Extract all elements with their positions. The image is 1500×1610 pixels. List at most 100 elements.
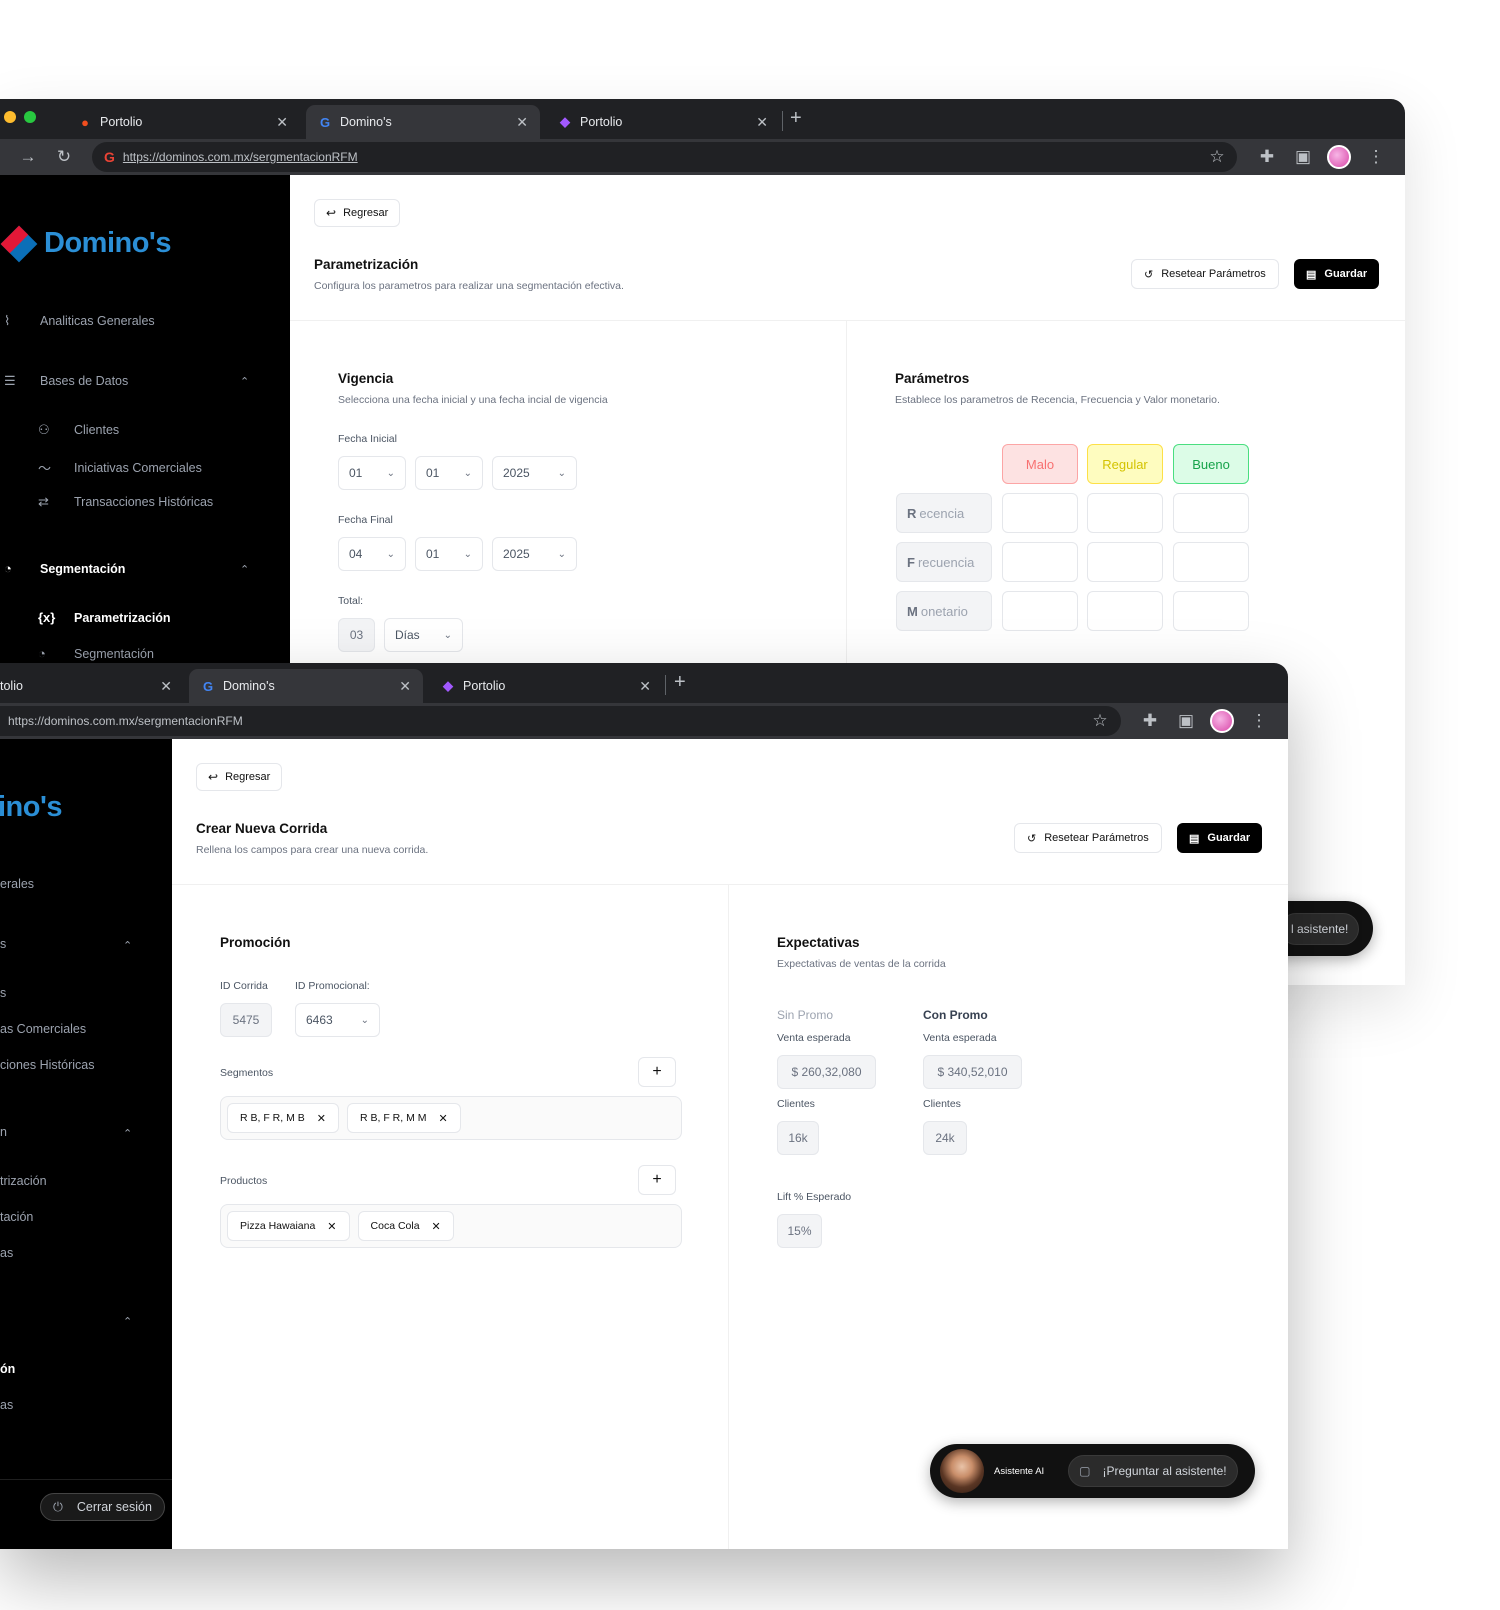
fecha-inicial-day-select[interactable]: 01 ⌄ (338, 456, 406, 490)
database-icon: ☰ (4, 373, 16, 388)
chevron-up-icon[interactable]: ⌃ (240, 563, 249, 576)
close-icon[interactable]: ✕ (516, 114, 528, 131)
fecha-final-year-select[interactable]: 2025 ⌄ (492, 537, 577, 571)
chevron-up-icon[interactable]: ⌃ (123, 939, 132, 952)
recencia-malo-input[interactable] (1002, 493, 1078, 533)
monetario-malo-input[interactable] (1002, 591, 1078, 631)
extensions-icon[interactable]: ✚ (1255, 145, 1279, 169)
close-icon[interactable]: ✕ (438, 1112, 447, 1125)
maximize-dot[interactable] (24, 111, 36, 123)
nav-segmentacion[interactable]: tación (0, 1210, 33, 1224)
nav-transactions[interactable]: ciones Históricas (0, 1058, 94, 1072)
chevron-up-icon[interactable]: ⌃ (240, 375, 249, 388)
segmentos-field[interactable]: R B, F R, M B ✕ R B, F R, M M ✕ (220, 1096, 682, 1140)
new-tab-icon[interactable]: + (790, 107, 802, 130)
reload-icon[interactable]: ↻ (52, 145, 76, 169)
frecuencia-bueno-input[interactable] (1173, 542, 1249, 582)
extensions-icon[interactable]: ✚ (1138, 709, 1162, 733)
add-segment-button[interactable]: + (638, 1057, 676, 1087)
fecha-final-month-select[interactable]: 01 ⌄ (415, 537, 483, 571)
star-icon[interactable]: ☆ (1205, 145, 1229, 169)
nav-item[interactable]: as (0, 1398, 13, 1412)
nav-segmentation-group[interactable]: ◔ Segmentación (4, 561, 125, 576)
tab-portolio-2[interactable]: ◆ Portolio ✕ (429, 669, 663, 703)
profile-avatar[interactable] (1327, 145, 1351, 169)
profile-avatar[interactable] (1210, 709, 1234, 733)
reset-params-button[interactable]: ↺ Resetear Parámetros (1014, 823, 1162, 853)
tab-portolio-2[interactable]: ◆ Portolio ✕ (546, 105, 780, 139)
total-unit-select[interactable]: Días ⌄ (384, 618, 463, 652)
dominos-logo: Domino's (0, 225, 171, 262)
frecuencia-regular-input[interactable] (1087, 542, 1163, 582)
save-button[interactable]: ▤ Guardar (1177, 823, 1263, 853)
nav-label: Analiticas Generales (40, 314, 155, 328)
venta-esperada-sin-value: $ 260,32,080 (777, 1055, 876, 1089)
frecuencia-malo-input[interactable] (1002, 542, 1078, 582)
menu-icon[interactable]: ⋮ (1247, 709, 1271, 733)
close-icon[interactable]: ✕ (399, 678, 411, 695)
ask-assistant-button[interactable]: l asistente! (1280, 912, 1360, 945)
nav-analytics[interactable]: ⌇ Analiticas Generales (4, 313, 155, 329)
nav-databases[interactable]: s (0, 937, 6, 951)
clientes-sin-label: Clientes (777, 1098, 815, 1110)
chevron-up-icon[interactable]: ⌃ (123, 1127, 132, 1140)
tab-dominos[interactable]: G Domino's ✕ (189, 669, 423, 703)
logout-button[interactable]: ⏻ Cerrar sesión (40, 1493, 165, 1521)
nav-clients[interactable]: ⚇ Clientes (38, 422, 119, 438)
chip-label: Pizza Hawaiana (240, 1220, 316, 1232)
add-product-button[interactable]: + (638, 1165, 676, 1195)
nav-item-active[interactable]: ón (0, 1362, 15, 1376)
star-icon[interactable]: ☆ (1088, 709, 1112, 733)
nav-segmentation-group[interactable]: n (0, 1125, 7, 1139)
nav-parametrizacion[interactable]: trización (0, 1174, 47, 1188)
nav-parametrizacion[interactable]: {x} Parametrización (38, 610, 171, 625)
productos-field[interactable]: Pizza Hawaiana ✕ Coca Cola ✕ (220, 1204, 682, 1248)
id-promocional-select[interactable]: 6463 ⌄ (295, 1003, 380, 1037)
nav-item[interactable]: as (0, 1246, 13, 1260)
sidepanel-icon[interactable]: ▣ (1174, 709, 1198, 733)
tab-dominos[interactable]: G Domino's ✕ (306, 105, 540, 139)
ask-assistant-button[interactable]: ▢ ¡Preguntar al asistente! (1068, 1455, 1238, 1487)
monetario-bueno-input[interactable] (1173, 591, 1249, 631)
nav-initiatives[interactable]: 〜 Iniciativas Comerciales (38, 458, 202, 477)
row-label: recuencia (917, 554, 975, 570)
back-button[interactable]: ↩ Regresar (314, 199, 401, 227)
assistant-widget[interactable]: Asistente AI ▢ ¡Preguntar al asistente! (930, 1444, 1255, 1498)
nav-analytics[interactable]: erales (0, 877, 34, 891)
close-icon[interactable]: ✕ (639, 678, 651, 695)
tab-portolio-1[interactable]: tolio ✕ (0, 669, 184, 703)
new-tab-icon[interactable]: + (674, 671, 686, 694)
nav-initiatives[interactable]: as Comerciales (0, 1022, 86, 1036)
nav-clients[interactable]: s (0, 986, 6, 1000)
back-button[interactable]: ↩ Regresar (196, 763, 283, 791)
close-icon[interactable]: ✕ (432, 1220, 441, 1233)
close-icon[interactable]: ✕ (327, 1220, 336, 1233)
fecha-inicial-month-select[interactable]: 01 ⌄ (415, 456, 483, 490)
close-icon[interactable]: ✕ (276, 114, 288, 131)
row-monetario: Monetario (896, 591, 992, 631)
reset-params-button[interactable]: ↺ Resetear Parámetros (1131, 259, 1279, 289)
close-icon[interactable]: ✕ (160, 678, 172, 695)
sidepanel-icon[interactable]: ▣ (1291, 145, 1315, 169)
url-bar[interactable]: https://dominos.com.mx/sergmentacionRFM (0, 706, 1121, 736)
minimize-dot[interactable] (4, 111, 16, 123)
save-button[interactable]: ▤ Guardar (1294, 259, 1380, 289)
fecha-inicial-year-select[interactable]: 2025 ⌄ (492, 456, 577, 490)
nav-databases[interactable]: ☰ Bases de Datos (4, 373, 128, 389)
select-value: 01 (426, 466, 440, 480)
nav-transactions[interactable]: ⇄ Transacciones Históricas (38, 494, 213, 510)
nav-segmentacion[interactable]: ◔ Segmentación (38, 646, 154, 661)
menu-icon[interactable]: ⋮ (1364, 145, 1388, 169)
fecha-final-day-select[interactable]: 04 ⌄ (338, 537, 406, 571)
url-bar[interactable]: G https://dominos.com.mx/sergmentacionRF… (92, 142, 1237, 172)
close-icon[interactable]: ✕ (756, 114, 768, 131)
chevron-up-icon[interactable]: ⌃ (123, 1315, 132, 1328)
tab-portolio-1[interactable]: ● Portolio ✕ (66, 105, 300, 139)
tab-label: Domino's (223, 679, 275, 693)
recencia-regular-input[interactable] (1087, 493, 1163, 533)
forward-icon[interactable]: → (16, 145, 40, 169)
recencia-bueno-input[interactable] (1173, 493, 1249, 533)
monetario-regular-input[interactable] (1087, 591, 1163, 631)
close-icon[interactable]: ✕ (317, 1112, 326, 1125)
select-value: Días (395, 628, 420, 642)
